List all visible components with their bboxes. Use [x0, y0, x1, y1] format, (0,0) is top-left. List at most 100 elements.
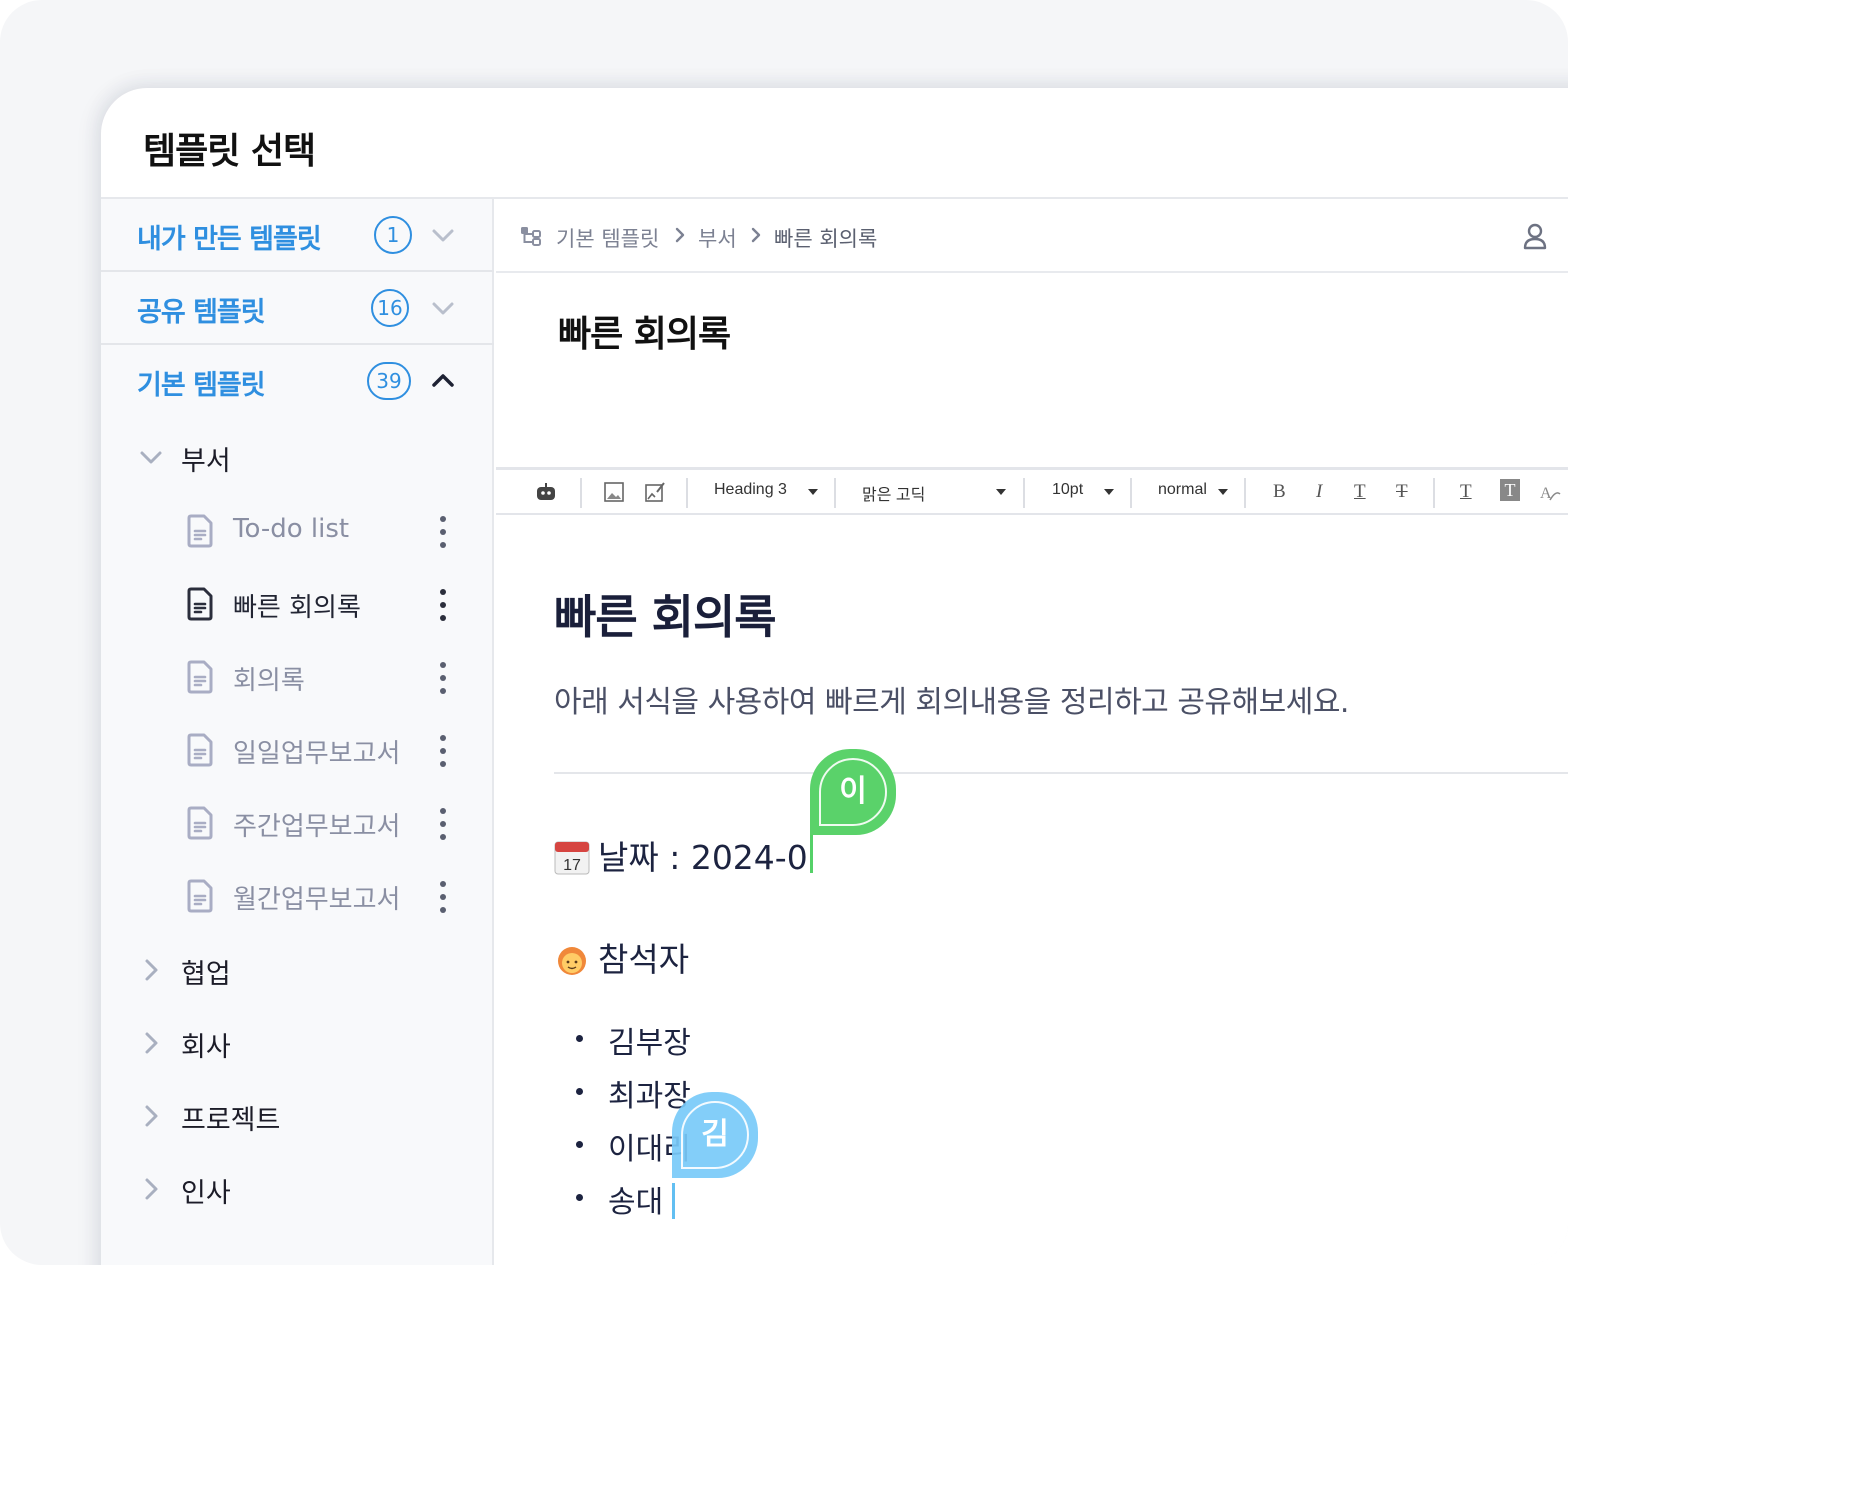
folder-collaboration[interactable]: 협업 [101, 942, 494, 1002]
chevron-down-icon[interactable] [429, 221, 457, 249]
doc-label: 주간업무보고서 [233, 812, 401, 842]
document-icon [187, 587, 213, 621]
count-badge: 39 [367, 362, 411, 400]
doc-label: To-do list [233, 514, 350, 544]
caret-down-icon [996, 489, 1006, 495]
folder-company[interactable]: 회사 [101, 1015, 494, 1075]
bullet-dot [576, 1141, 583, 1148]
chevron-right-icon [145, 1032, 158, 1054]
doc-item-weekly-report[interactable]: 주간업무보고서 [101, 794, 494, 854]
caret-down-icon [1218, 489, 1228, 495]
count-badge: 1 [374, 216, 412, 254]
italic-button[interactable]: I [1316, 481, 1322, 503]
document-icon [187, 660, 213, 694]
editor-toolbar: Heading 3 맑은 고딕 10pt normal B I T T T T [496, 467, 1568, 515]
heading-select[interactable]: Heading 3 [714, 481, 787, 499]
doc-label: 빠른 회의록 [233, 593, 361, 623]
doc-label: 회의록 [233, 666, 305, 696]
bullet-dot [576, 1088, 583, 1095]
doc-item-minutes[interactable]: 회의록 [101, 648, 494, 708]
image-icon[interactable] [602, 480, 626, 504]
clear-format-icon[interactable]: A [1538, 480, 1562, 504]
collaborator-cursor [810, 833, 813, 873]
highlight-button[interactable]: T [1500, 479, 1520, 501]
font-color-button[interactable]: T [1460, 481, 1472, 503]
editor-heading[interactable]: 빠른 회의록 [554, 581, 777, 647]
bullet-dot [576, 1035, 583, 1042]
date-line[interactable]: 17 날짜 : 2024-0 [554, 831, 808, 879]
template-sidebar: 내가 만든 템플릿 1 공유 템플릿 16 기본 템플릿 39 부서 To-do… [101, 199, 494, 1265]
underline-button[interactable]: T [1354, 481, 1366, 503]
document-icon [187, 733, 213, 767]
breadcrumb-current: 빠른 회의록 [774, 227, 878, 251]
editor-description[interactable]: 아래 서식을 사용하여 빠르게 회의내용을 정리하고 공유해보세요. [554, 677, 1349, 721]
toolbar-separator [580, 478, 582, 508]
attendee-name: 김부장 [608, 1026, 691, 1061]
collaborator-cursor [672, 1183, 675, 1219]
breadcrumb-item[interactable]: 부서 [698, 223, 737, 253]
doc-item-todo[interactable]: To-do list [101, 502, 494, 562]
collaborator-avatar: 이 [810, 749, 896, 835]
more-options-icon[interactable] [437, 806, 449, 842]
line-spacing-select[interactable]: normal [1158, 481, 1207, 499]
group-basic-templates[interactable]: 기본 템플릿 39 [101, 345, 494, 418]
chevron-up-icon[interactable] [429, 367, 457, 395]
font-select[interactable]: 맑은 고딕 [862, 481, 925, 505]
more-options-icon[interactable] [437, 733, 449, 769]
document-title: 빠른 회의록 [558, 314, 731, 355]
more-options-icon[interactable] [437, 660, 449, 696]
group-label: 내가 만든 템플릿 [137, 224, 322, 255]
chevron-right-icon [675, 227, 685, 243]
calendar-date: 17 [563, 857, 581, 874]
template-select-window: 템플릿 선택 내가 만든 템플릿 1 공유 템플릿 16 기본 템플릿 39 부… [101, 88, 1568, 1265]
collaborator-avatar: 김 [672, 1092, 758, 1178]
window-title: 템플릿 선택 [143, 131, 316, 172]
doc-item-monthly-report[interactable]: 월간업무보고서 [101, 867, 494, 927]
attendees-heading: 참석자 [598, 940, 690, 979]
edit-image-icon[interactable] [643, 480, 667, 504]
chevron-down-icon [140, 451, 162, 464]
collaborator-initial: 김 [681, 1101, 749, 1169]
person-icon [558, 946, 586, 975]
bold-button[interactable]: B [1273, 481, 1286, 503]
group-label: 공유 템플릿 [137, 297, 266, 328]
document-icon [187, 514, 213, 548]
app-background: 템플릿 선택 내가 만든 템플릿 1 공유 템플릿 16 기본 템플릿 39 부… [0, 0, 1568, 1265]
doc-item-quick-minutes[interactable]: 빠른 회의록 [101, 575, 494, 635]
tree-structure-icon [521, 227, 541, 246]
chevron-down-icon[interactable] [429, 294, 457, 322]
folder-label: 인사 [181, 1178, 231, 1209]
attendees-heading-line[interactable]: 참석자 [554, 933, 689, 981]
folder-hr[interactable]: 인사 [101, 1161, 494, 1221]
group-my-templates[interactable]: 내가 만든 템플릿 1 [101, 199, 494, 272]
chevron-right-icon [145, 1178, 158, 1200]
folder-label: 프로젝트 [181, 1105, 281, 1136]
more-options-icon[interactable] [437, 879, 449, 915]
caret-down-icon [1104, 489, 1114, 495]
more-options-icon[interactable] [437, 514, 449, 550]
template-preview: 기본 템플릿 부서 빠른 회의록 빠른 회의록 Heading 3 맑은 고딕 … [496, 199, 1568, 1265]
chevron-right-icon [145, 959, 158, 981]
breadcrumb-bar: 기본 템플릿 부서 빠른 회의록 [496, 199, 1568, 273]
collaborator-initial: 이 [819, 758, 887, 826]
font-size-select[interactable]: 10pt [1052, 481, 1083, 499]
toolbar-separator [1130, 478, 1132, 508]
calendar-icon: 17 [554, 841, 590, 874]
more-options-icon[interactable] [437, 587, 449, 623]
document-icon [187, 806, 213, 840]
group-shared-templates[interactable]: 공유 템플릿 16 [101, 272, 494, 345]
chevron-right-icon [751, 227, 761, 243]
document-icon [187, 879, 213, 913]
doc-label: 일일업무보고서 [233, 739, 401, 769]
folder-department[interactable]: 부서 [101, 429, 494, 489]
folder-project[interactable]: 프로젝트 [101, 1088, 494, 1148]
doc-item-daily-report[interactable]: 일일업무보고서 [101, 721, 494, 781]
folder-label: 회사 [181, 1032, 231, 1063]
strikethrough-button[interactable]: T [1396, 481, 1408, 503]
breadcrumb-item[interactable]: 기본 템플릿 [556, 223, 659, 253]
user-icon[interactable] [1520, 221, 1550, 251]
chevron-right-icon [145, 1105, 158, 1127]
folder-label: 부서 [181, 446, 231, 477]
horizontal-rule [554, 772, 1568, 774]
bot-icon[interactable] [534, 480, 558, 504]
